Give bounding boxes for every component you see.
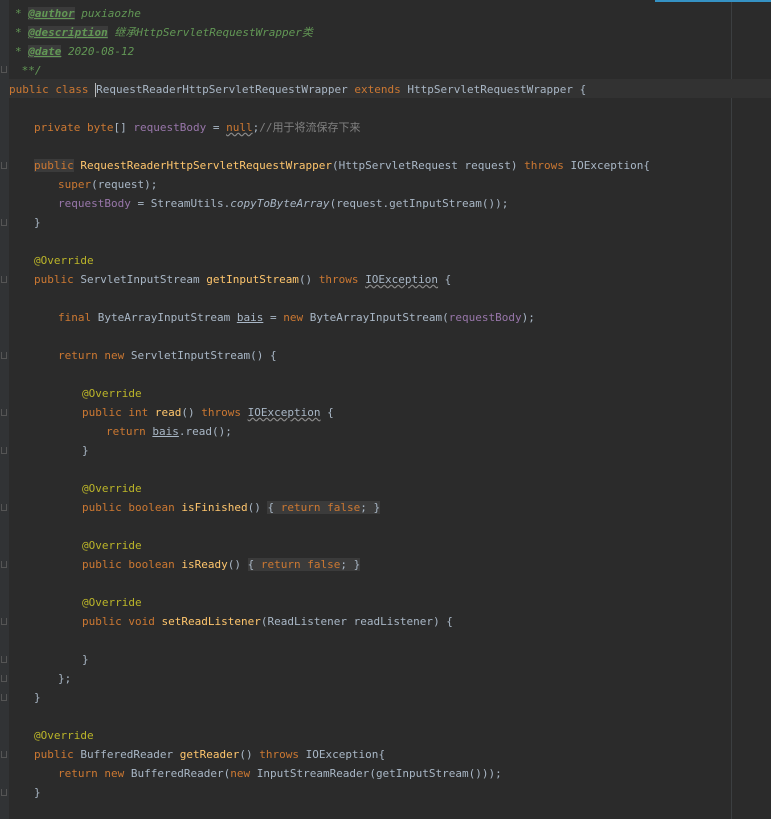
fold-marker-icon[interactable]	[1, 694, 7, 701]
fold-marker-icon[interactable]	[1, 447, 7, 454]
code-line: @Override	[82, 387, 142, 400]
code-line: }	[34, 691, 41, 704]
code-line: };	[58, 672, 72, 685]
code-line: public class RequestReaderHttpServletReq…	[9, 83, 587, 97]
right-margin-guide	[731, 0, 732, 819]
code-line: @Override	[34, 729, 94, 742]
fold-marker-icon[interactable]	[1, 276, 7, 283]
code-line: }	[82, 653, 89, 666]
code-line: * @description 继承HttpServletRequestWrapp…	[15, 26, 313, 39]
code-line: public boolean isFinished() { return fal…	[82, 501, 381, 514]
code-line: super(request);	[58, 178, 158, 191]
scroll-position-marker[interactable]	[655, 0, 771, 2]
fold-marker-icon[interactable]	[1, 751, 7, 758]
code-line: return new ServletInputStream() {	[58, 349, 277, 362]
code-line: public RequestReaderHttpServletRequestWr…	[34, 159, 650, 172]
fold-marker-icon[interactable]	[1, 789, 7, 796]
code-line: }	[34, 786, 41, 799]
fold-marker-icon[interactable]	[1, 561, 7, 568]
code-line: @Override	[34, 254, 94, 267]
code-line: public int read() throws IOException {	[82, 406, 334, 419]
code-line: @Override	[82, 482, 142, 495]
code-line: * @date 2020-08-12	[15, 45, 135, 58]
code-line: * @author puxiaozhe	[15, 7, 141, 20]
code-line: **/	[15, 64, 42, 77]
fold-marker-icon[interactable]	[1, 504, 7, 511]
code-line: }	[34, 216, 41, 229]
fold-marker-icon[interactable]	[1, 219, 7, 226]
code-line: public void setReadListener(ReadListener…	[82, 615, 453, 628]
code-line: requestBody = StreamUtils.copyToByteArra…	[58, 197, 509, 210]
code-line: private byte[] requestBody = null;//用于将流…	[34, 121, 361, 134]
code-line: public BufferedReader getReader() throws…	[34, 748, 386, 761]
fold-marker-icon[interactable]	[1, 409, 7, 416]
code-line: public boolean isReady() { return false;…	[82, 558, 361, 571]
code-line: return new BufferedReader(new InputStrea…	[58, 767, 502, 780]
code-editor[interactable]: * @author puxiaozhe * @description 继承Htt…	[0, 0, 771, 819]
code-line: @Override	[82, 596, 142, 609]
code-line: }	[82, 444, 89, 457]
fold-marker-icon[interactable]	[1, 66, 7, 73]
code-line: return bais.read();	[106, 425, 232, 438]
fold-marker-icon[interactable]	[1, 675, 7, 682]
fold-marker-icon[interactable]	[1, 656, 7, 663]
fold-marker-icon[interactable]	[1, 162, 7, 169]
code-line: public ServletInputStream getInputStream…	[34, 273, 452, 286]
fold-marker-icon[interactable]	[1, 352, 7, 359]
fold-marker-icon[interactable]	[1, 618, 7, 625]
code-line: @Override	[82, 539, 142, 552]
code-line: final ByteArrayInputStream bais = new By…	[58, 311, 535, 324]
